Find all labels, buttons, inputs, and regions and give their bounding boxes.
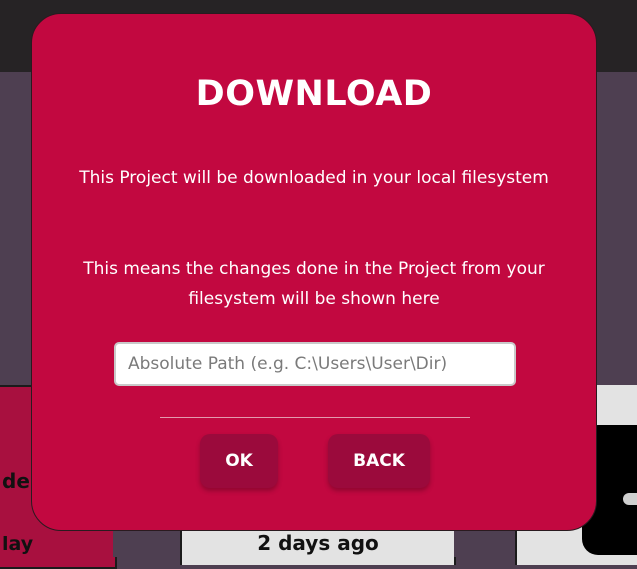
download-info-text: This Project will be downloaded in your … (79, 168, 549, 188)
card-gap (454, 528, 515, 557)
project-card-date: 2 days ago (257, 531, 379, 555)
ok-button[interactable]: OK (200, 434, 278, 488)
download-modal: DOWNLOAD This Project will be downloaded… (31, 13, 597, 531)
absolute-path-input[interactable] (114, 342, 516, 386)
back-button[interactable]: BACK (328, 434, 430, 488)
sync-info-text: This means the changes done in the Proje… (83, 259, 545, 309)
project-card-date: lay (2, 533, 34, 555)
card-gap (113, 528, 180, 557)
slider-handle[interactable] (623, 493, 637, 505)
modal-title: DOWNLOAD (195, 74, 433, 114)
project-card-title: de (2, 469, 30, 493)
divider (160, 417, 470, 418)
